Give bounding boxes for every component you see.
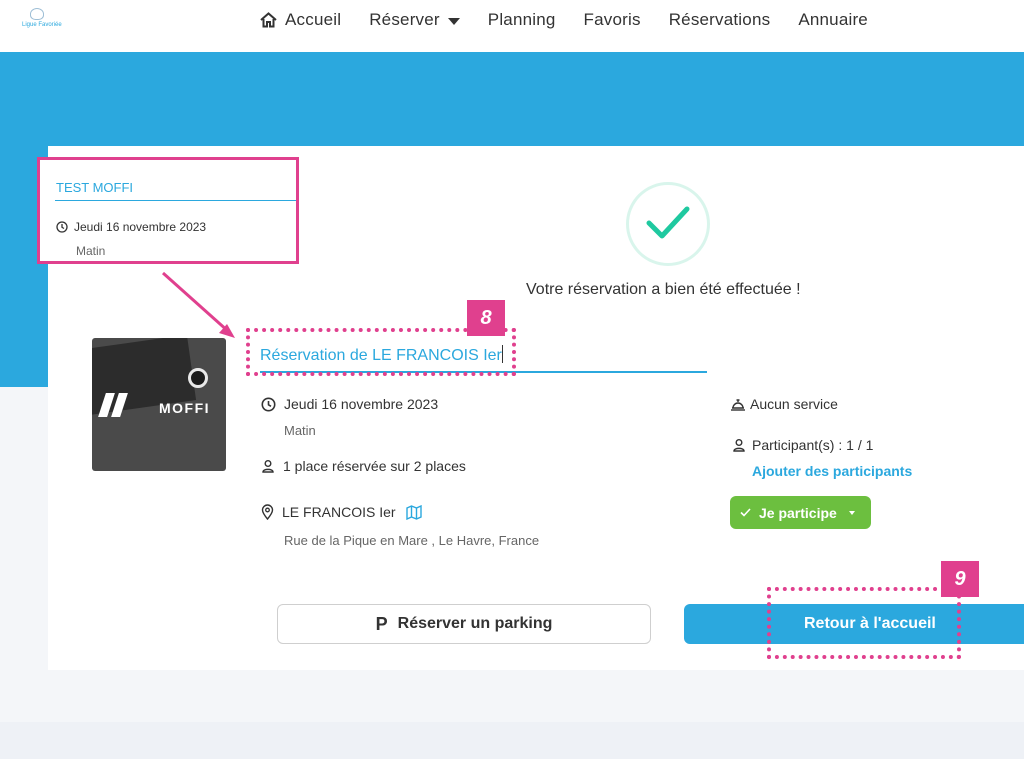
moffi-logo-icon <box>98 393 147 417</box>
check-icon <box>740 508 751 517</box>
step-8-badge: 8 <box>467 300 505 336</box>
nav-label-reservations: Réservations <box>668 10 771 29</box>
step-9-badge: 9 <box>941 561 979 597</box>
places-row: 1 place réservée sur 2 places <box>261 458 466 474</box>
cup-image <box>188 368 208 388</box>
home-icon <box>260 12 277 28</box>
location-row: LE FRANCOIS Ier <box>261 504 422 520</box>
reservation-period: Matin <box>284 423 316 438</box>
nav-item-annuaire[interactable]: Annuaire <box>798 10 868 30</box>
space-thumbnail: MOFFI <box>92 338 226 471</box>
address-text: Rue de la Pique en Mare , Le Havre, Fran… <box>284 533 540 548</box>
main-nav: Accueil Réserver Planning Favoris Réserv… <box>260 10 896 30</box>
callout-underline <box>55 200 296 201</box>
participate-dropdown-button[interactable]: Je participe <box>730 496 871 529</box>
clock-icon <box>261 397 276 411</box>
places-text: 1 place réservée sur 2 places <box>283 458 466 474</box>
person-icon <box>733 439 745 452</box>
caret-down-icon <box>848 510 855 515</box>
top-navigation: Ligue Favoriée Accueil Réserver Planning… <box>0 0 1024 52</box>
success-message: Votre réservation a bien été effectuée ! <box>526 281 801 298</box>
parking-label: Réserver un parking <box>397 615 553 632</box>
moffi-brand-text: MOFFI <box>159 400 211 416</box>
app-logo[interactable]: Ligue Favoriée <box>22 8 64 34</box>
parking-icon: P <box>375 613 388 634</box>
logo-icon <box>30 8 44 20</box>
location-name: LE FRANCOIS Ier <box>282 504 396 520</box>
caret-down-icon <box>447 17 460 25</box>
nav-label-annuaire: Annuaire <box>798 10 868 29</box>
nav-label-favoris: Favoris <box>583 10 641 29</box>
map-icon[interactable] <box>405 504 422 520</box>
service-bell-icon <box>731 399 745 411</box>
add-participants-link[interactable]: Ajouter des participants <box>752 463 912 479</box>
participants-row: Participant(s) : 1 / 1 <box>732 437 873 453</box>
callout-date: Jeudi 16 novembre 2023 <box>74 220 207 234</box>
date-row: Jeudi 16 novembre 2023 <box>261 396 438 412</box>
success-check-badge <box>626 182 710 266</box>
nav-label-accueil: Accueil <box>285 10 342 29</box>
step-9-highlight <box>767 587 961 659</box>
callout-preview-box: TEST MOFFI Jeudi 16 novembre 2023 Matin <box>37 157 299 264</box>
nav-label-reserver: Réserver <box>369 10 440 29</box>
nav-item-accueil[interactable]: Accueil <box>260 10 341 30</box>
nav-item-reserver[interactable]: Réserver <box>369 10 460 30</box>
service-text: Aucun service <box>750 396 838 412</box>
participate-label: Je participe <box>759 504 837 521</box>
page-footer-area <box>0 722 1024 759</box>
logo-text: Ligue Favoriée <box>22 22 62 28</box>
checkmark-icon <box>646 206 690 239</box>
reservation-date: Jeudi 16 novembre 2023 <box>284 396 439 412</box>
participants-count: Participant(s) : 1 / 1 <box>752 437 874 453</box>
callout-title: TEST MOFFI <box>56 180 134 195</box>
annotation-arrow-icon <box>162 271 235 338</box>
callout-date-row: Jeudi 16 novembre 2023 <box>56 220 206 234</box>
clock-icon <box>56 221 68 233</box>
nav-label-planning: Planning <box>487 10 556 29</box>
parking-button[interactable]: P Réserver un parking <box>277 604 651 644</box>
nav-item-reservations[interactable]: Réservations <box>669 10 771 30</box>
map-pin-icon <box>261 504 274 520</box>
service-row: Aucun service <box>730 396 838 412</box>
person-icon <box>262 460 274 473</box>
callout-period: Matin <box>76 244 106 258</box>
nav-item-planning[interactable]: Planning <box>488 10 556 30</box>
nav-item-favoris[interactable]: Favoris <box>584 10 641 30</box>
